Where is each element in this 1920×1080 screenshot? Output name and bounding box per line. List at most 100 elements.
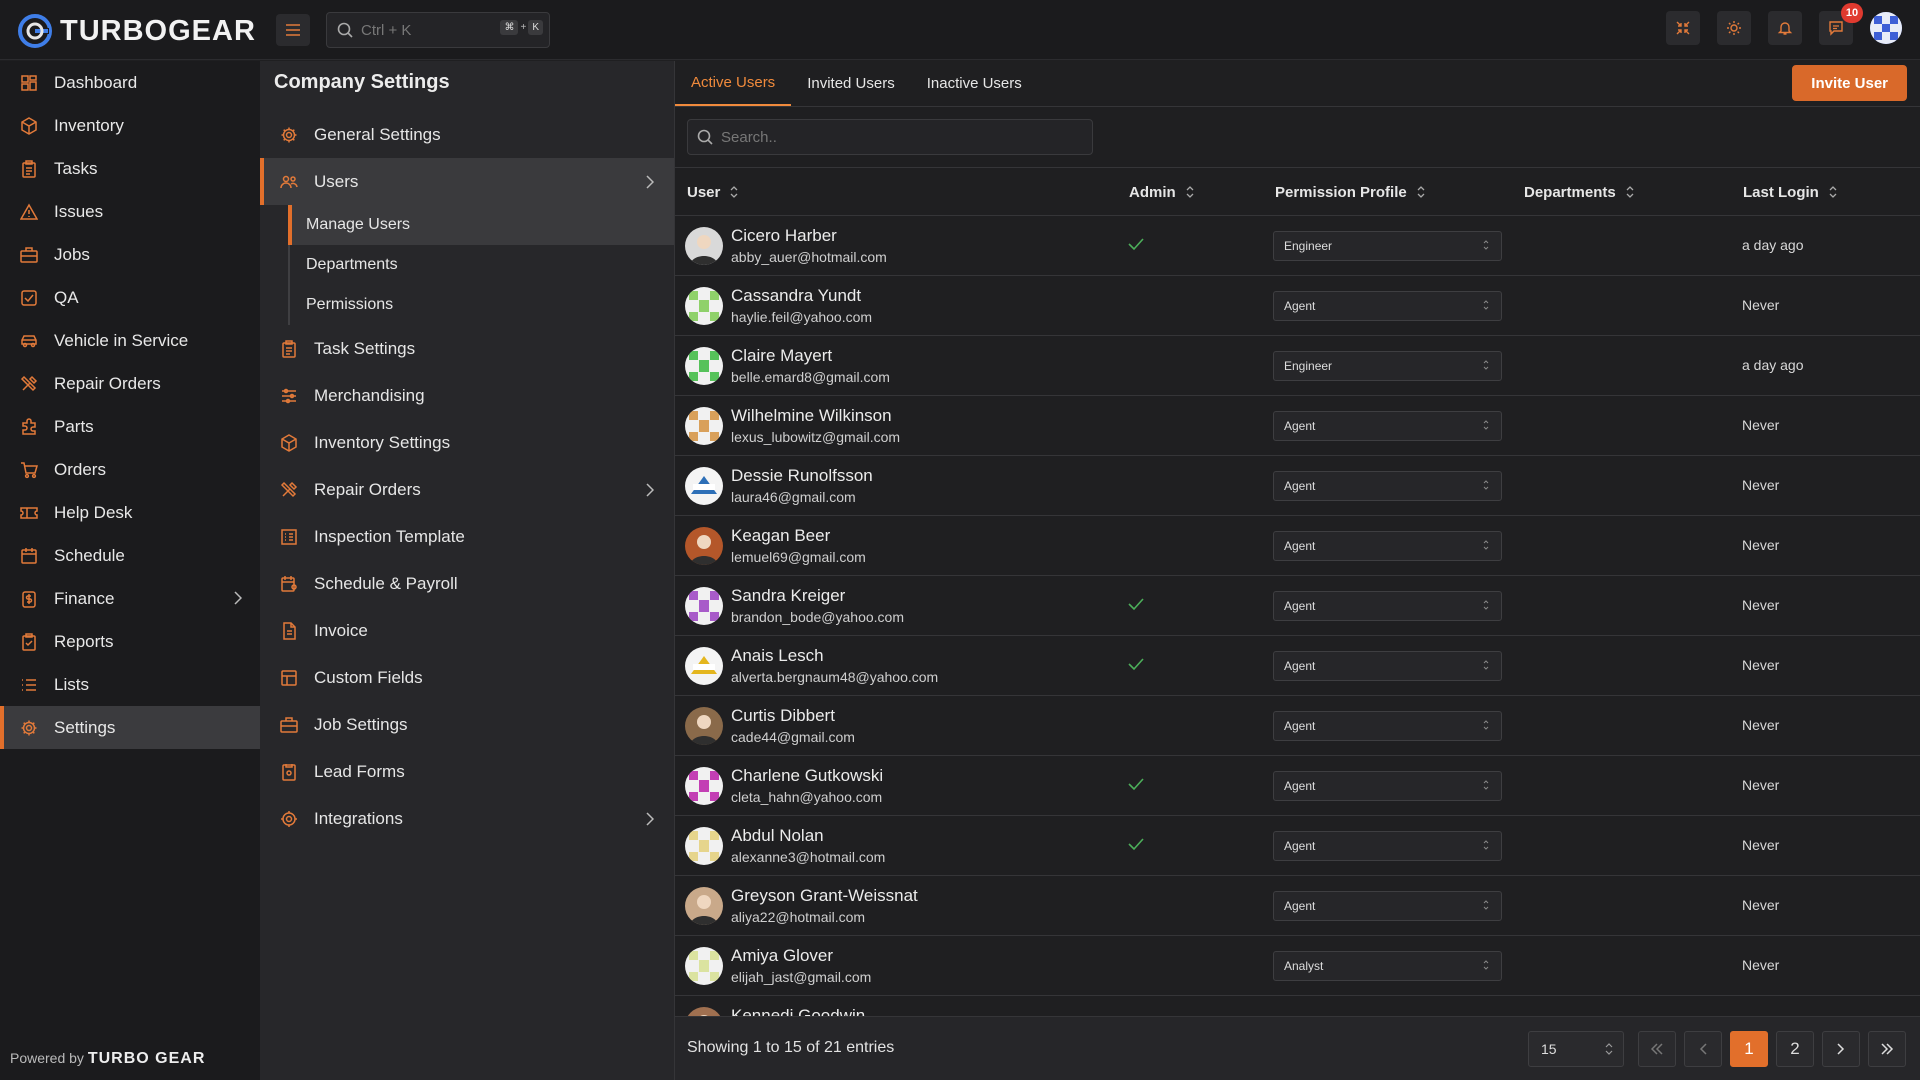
sort-icon[interactable] [1626,186,1634,198]
nav-item-vehicle-in-service[interactable]: Vehicle in Service [0,319,260,362]
nav-item-help-desk[interactable]: Help Desk [0,491,260,534]
nav-item-parts[interactable]: Parts [0,405,260,448]
theme-toggle-button[interactable] [1717,11,1751,45]
nav-item-repair-orders[interactable]: Repair Orders [0,362,260,405]
submenu-item-departments[interactable]: Departments [290,245,674,285]
nav-item-tasks[interactable]: Tasks [0,147,260,190]
nav-item-dashboard[interactable]: Dashboard [0,61,260,104]
nav-item-qa[interactable]: QA [0,276,260,319]
table-row[interactable]: Wilhelmine Wilkinson lexus_lubowitz@gmail… [675,396,1920,456]
settings-item-invoice[interactable]: Invoice [260,607,674,654]
first-page-button[interactable] [1638,1031,1676,1067]
permission-profile-select[interactable]: Agent [1273,891,1502,921]
permission-profile-select[interactable]: Agent [1273,471,1502,501]
nav-item-settings[interactable]: Settings [0,706,260,749]
permission-profile-select[interactable]: Agent [1273,591,1502,621]
nav-item-orders[interactable]: Orders [0,448,260,491]
table-row[interactable]: Anais Lesch alverta.bergnaum48@yahoo.com A… [675,636,1920,696]
column-last-login[interactable]: Last Login [1743,168,1837,216]
settings-item-job-settings[interactable]: Job Settings [260,701,674,748]
column-departments[interactable]: Departments [1524,168,1634,216]
page-size-select[interactable]: 15 [1528,1031,1624,1067]
submenu-item-manage-users[interactable]: Manage Users [288,205,674,245]
table-row[interactable]: Charlene Gutkowski cleta_hahn@yahoo.com Ag… [675,756,1920,816]
table-row[interactable]: Greyson Grant-Weissnat aliya22@hotmail.co… [675,876,1920,936]
page-2-button[interactable]: 2 [1776,1031,1814,1067]
settings-item-general-settings[interactable]: General Settings [260,111,674,158]
app-logo[interactable]: TURBOGEAR [16,12,256,50]
last-login: Never [1742,537,1780,553]
sort-arrows-icon [1186,186,1194,198]
updown-icon [1483,960,1489,970]
settings-item-merchandising[interactable]: Merchandising [260,372,674,419]
sort-icon[interactable] [1829,186,1837,198]
prev-page-button[interactable] [1684,1031,1722,1067]
table-row[interactable]: Cicero Harber abby_auer@hotmail.com Engine… [675,216,1920,276]
settings-item-custom-fields[interactable]: Custom Fields [260,654,674,701]
permission-profile-select[interactable]: Agent [1273,531,1502,561]
user-avatar[interactable] [1870,12,1902,44]
table-row[interactable]: Curtis Dibbert cade44@gmail.com Agent Never [675,696,1920,756]
column-admin[interactable]: Admin [1129,168,1194,216]
permission-profile-select[interactable]: Agent [1273,411,1502,441]
nav-item-schedule[interactable]: Schedule [0,534,260,577]
fullscreen-button[interactable] [1666,11,1700,45]
user-name: Claire Mayert [731,346,833,365]
permission-profile-select[interactable]: Analyst [1273,951,1502,981]
column-permission-profile[interactable]: Permission Profile [1275,168,1425,216]
sort-icon[interactable] [730,186,738,198]
settings-item-inventory-settings[interactable]: Inventory Settings [260,419,674,466]
sort-icon[interactable] [1417,186,1425,198]
avatar [685,887,723,925]
table-row[interactable]: Sandra Kreiger brandon_bode@yahoo.com Agen… [675,576,1920,636]
tab-inactive-users[interactable]: Inactive Users [911,60,1038,106]
notifications-button[interactable] [1768,11,1802,45]
nav-item-reports[interactable]: Reports [0,620,260,663]
nav-item-issues[interactable]: Issues [0,190,260,233]
table-search[interactable] [687,119,1093,155]
column-user[interactable]: User [687,168,738,216]
table-row[interactable]: Claire Mayert belle.emard8@gmail.com Engin… [675,336,1920,396]
settings-item-integrations[interactable]: Integrations [260,795,674,842]
table-row[interactable]: Cassandra Yundt haylie.feil@yahoo.com Agen… [675,276,1920,336]
user-avatar-icon [685,647,723,685]
turbogear-logo-icon [18,14,52,48]
nav-item-finance[interactable]: Finance [0,577,260,620]
nav-item-inventory[interactable]: Inventory [0,104,260,147]
tab-active-users[interactable]: Active Users [675,60,792,106]
permission-profile-select[interactable]: Agent [1273,291,1502,321]
table-search-input[interactable] [721,128,1081,146]
settings-item-lead-forms[interactable]: Lead Forms [260,748,674,795]
submenu-item-permissions[interactable]: Permissions [290,285,674,325]
table-row[interactable]: Dessie Runolfsson laura46@gmail.com Agent N… [675,456,1920,516]
sort-icon[interactable] [1186,186,1194,198]
permission-profile-select[interactable]: Agent [1273,771,1502,801]
tab-invited-users[interactable]: Invited Users [791,60,911,106]
permission-profile-select[interactable]: Engineer [1273,231,1502,261]
nav-item-jobs[interactable]: Jobs [0,233,260,276]
next-page-button[interactable] [1822,1031,1860,1067]
page-1-button[interactable]: 1 [1730,1031,1768,1067]
settings-item-users[interactable]: Users [260,158,674,205]
settings-item-label: Merchandising [314,385,425,405]
settings-item-schedule-payroll[interactable]: Schedule & Payroll [260,560,674,607]
settings-item-repair-orders[interactable]: Repair Orders [260,466,674,513]
last-page-button[interactable] [1868,1031,1906,1067]
settings-item-inspection-template[interactable]: Inspection Template [260,513,674,560]
permission-profile-select[interactable]: Agent [1273,651,1502,681]
table-row[interactable]: Keagan Beer lemuel69@gmail.com Agent Never [675,516,1920,576]
messages-button[interactable]: 10 [1819,3,1863,45]
global-search-input[interactable] [361,21,481,39]
table-row[interactable]: Abdul Nolan alexanne3@hotmail.com Agent Nev… [675,816,1920,876]
settings-item-task-settings[interactable]: Task Settings [260,325,674,372]
table-row[interactable]: Amiya Glover elijah_jast@gmail.com Analyst… [675,936,1920,996]
permission-profile-select[interactable]: Agent [1273,831,1502,861]
invite-user-button[interactable]: Invite User [1792,65,1907,101]
menu-toggle-button[interactable] [276,14,310,46]
nav-item-lists[interactable]: Lists [0,663,260,706]
table-row[interactable]: Kennedi Goodwin [675,996,1920,1016]
page-size-value: 15 [1541,1041,1557,1057]
global-search[interactable]: ⌘ + K [326,12,550,48]
permission-profile-select[interactable]: Engineer [1273,351,1502,381]
permission-profile-select[interactable]: Agent [1273,711,1502,741]
